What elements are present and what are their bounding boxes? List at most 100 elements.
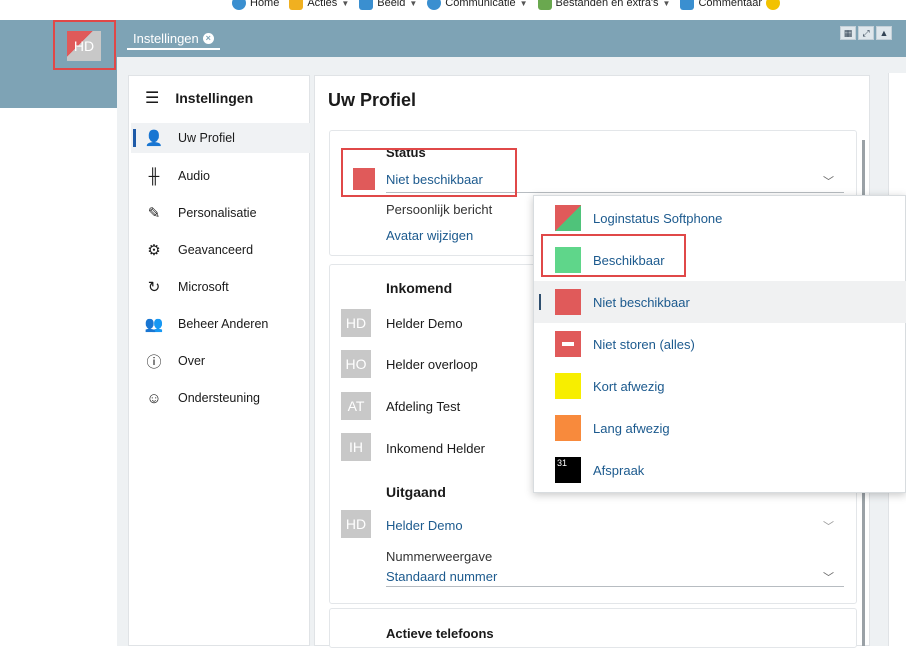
ribbon-beeld[interactable]: Beeld ▼ bbox=[359, 0, 417, 10]
chevron-down-icon[interactable]: ﹀ bbox=[823, 569, 834, 585]
tab-instellingen-label: Instellingen bbox=[133, 30, 199, 46]
brush-icon: ✎ bbox=[147, 205, 161, 222]
number-display-select[interactable]: Standaard nummer bbox=[386, 569, 497, 584]
chevron-down-icon: ▼ bbox=[519, 0, 528, 8]
chevron-up-icon[interactable]: ▲ bbox=[876, 26, 892, 40]
number-underline bbox=[386, 586, 844, 587]
status-option-label: Afspraak bbox=[593, 462, 645, 478]
number-display-label: Nummerweergave bbox=[386, 549, 493, 564]
change-avatar-link[interactable]: Avatar wijzigen bbox=[386, 228, 473, 243]
nav-item-microsoft[interactable]: ↻ Microsoft bbox=[131, 272, 310, 302]
avatar-initials: HD bbox=[345, 315, 367, 331]
nav-item-label: Audio bbox=[178, 169, 210, 183]
status-swatch bbox=[555, 289, 581, 315]
status-option-niet-beschikbaar[interactable]: Niet beschikbaar bbox=[534, 281, 906, 323]
ribbon-home[interactable]: Home bbox=[232, 0, 279, 10]
nav-item-personalisatie[interactable]: ✎ Personalisatie bbox=[131, 198, 310, 228]
nav-item-ondersteuning[interactable]: ☺ Ondersteuning bbox=[131, 383, 310, 413]
page-title: Uw Profiel bbox=[328, 90, 417, 110]
nav-title: Instellingen bbox=[175, 90, 254, 106]
tab-bar: Instellingen × ▦ ⤢ ▲ bbox=[117, 20, 906, 57]
nav-item-label: Uw Profiel bbox=[178, 131, 235, 145]
highlight-beschikbaar bbox=[541, 234, 686, 277]
avatar: HO bbox=[341, 350, 371, 378]
status-option-label: Lang afwezig bbox=[593, 420, 670, 436]
status-swatch bbox=[555, 415, 581, 441]
hamburger-icon[interactable]: ☰ bbox=[145, 88, 159, 108]
support-icon: ☺ bbox=[146, 389, 162, 407]
nav-item-label: Over bbox=[178, 354, 206, 368]
ribbon-beeld-label: Beeld bbox=[377, 0, 406, 9]
expand-icon[interactable]: ⤢ bbox=[858, 26, 874, 40]
grid-icon[interactable]: ▦ bbox=[840, 26, 856, 40]
lightning-icon bbox=[289, 0, 304, 10]
chevron-down-icon: ▼ bbox=[409, 0, 418, 8]
view-icon bbox=[359, 0, 374, 10]
status-option-kort-afwezig[interactable]: Kort afwezig bbox=[534, 365, 906, 407]
ribbon-communicatie-label: Communicatie bbox=[445, 0, 516, 9]
nav-item-label: Microsoft bbox=[178, 280, 229, 294]
smiley-icon bbox=[766, 0, 781, 10]
calendar-badge: 31 bbox=[557, 458, 568, 468]
status-option-lang-afwezig[interactable]: Lang afwezig bbox=[534, 407, 906, 449]
nav-item-label: Geavanceerd bbox=[178, 243, 254, 257]
chevron-down-icon: ▼ bbox=[662, 0, 671, 8]
calendar-icon: 31 bbox=[555, 457, 581, 483]
active-indicator bbox=[133, 129, 136, 147]
status-swatch bbox=[555, 205, 581, 231]
status-option-afspraak[interactable]: 31 Afspraak bbox=[534, 449, 906, 491]
chevron-down-icon[interactable]: ﹀ bbox=[823, 518, 834, 534]
ribbon-commentaar-label: Commentaar bbox=[698, 0, 763, 9]
chevron-down-icon: ▼ bbox=[341, 0, 350, 8]
nav-item-geavanceerd[interactable]: ⚙ Geavanceerd bbox=[131, 235, 310, 265]
close-icon[interactable]: × bbox=[202, 32, 214, 44]
ribbon-home-label: Home bbox=[250, 0, 280, 9]
status-option-label: Loginstatus Softphone bbox=[593, 210, 723, 226]
active-phones-title: Actieve telefoons bbox=[386, 626, 494, 641]
selected-indicator bbox=[539, 294, 541, 310]
nav-item-over[interactable]: ⓘ Over bbox=[131, 346, 310, 376]
incoming-line-name[interactable]: Helder Demo bbox=[386, 316, 463, 331]
status-option-label: Kort afwezig bbox=[593, 378, 665, 394]
nav-header: ☰ Instellingen bbox=[145, 88, 253, 108]
status-option-loginstatus[interactable]: Loginstatus Softphone bbox=[534, 197, 906, 239]
do-not-disturb-icon bbox=[555, 331, 581, 357]
avatar: IH bbox=[341, 433, 371, 461]
phone-icon bbox=[427, 0, 442, 10]
outgoing-title: Uitgaand bbox=[386, 484, 446, 500]
avatar-initials: HD bbox=[345, 516, 367, 532]
ribbon-acties-label: Acties bbox=[307, 0, 338, 9]
chevron-down-icon[interactable]: ﹀ bbox=[823, 173, 834, 189]
incoming-line-name[interactable]: Afdeling Test bbox=[386, 399, 460, 414]
incoming-line-name[interactable]: Helder overloop bbox=[386, 357, 478, 372]
nav-item-uw-profiel[interactable]: 👤 Uw Profiel bbox=[131, 123, 310, 153]
personal-message-field[interactable]: Persoonlijk bericht bbox=[386, 202, 492, 217]
tab-instellingen[interactable]: Instellingen × bbox=[127, 28, 220, 50]
waveform-icon: ╫ bbox=[148, 167, 160, 185]
avatar: HD bbox=[341, 510, 371, 538]
users-icon: 👥 bbox=[144, 316, 164, 333]
nav-item-label: Beheer Anderen bbox=[178, 317, 269, 331]
incoming-line-name[interactable]: Inkomend Helder bbox=[386, 441, 485, 456]
home-icon bbox=[232, 0, 246, 10]
tab-tools: ▦ ⤢ ▲ bbox=[840, 26, 892, 40]
user-gear-icon: 👤 bbox=[144, 130, 164, 147]
nav-item-beheer-anderen[interactable]: 👥 Beheer Anderen bbox=[131, 309, 310, 339]
ribbon-bestanden-label: Bestanden en extra's bbox=[555, 0, 659, 9]
ribbon-acties[interactable]: Acties ▼ bbox=[289, 0, 349, 10]
ribbon-commentaar[interactable]: Commentaar bbox=[680, 0, 781, 10]
highlight-status bbox=[341, 148, 517, 197]
status-option-label: Niet beschikbaar bbox=[593, 294, 690, 310]
ribbon-bar: Home Acties ▼ Beeld ▼ Communicatie ▼ Bes… bbox=[0, 0, 906, 20]
status-option-niet-storen[interactable]: Niet storen (alles) bbox=[534, 323, 906, 365]
ribbon-communicatie[interactable]: Communicatie ▼ bbox=[427, 0, 528, 10]
ribbon-bestanden[interactable]: Bestanden en extra's ▼ bbox=[537, 0, 671, 10]
status-option-label: Niet storen (alles) bbox=[593, 336, 695, 352]
incoming-title: Inkomend bbox=[386, 280, 453, 296]
outgoing-line-select[interactable]: Helder Demo bbox=[386, 518, 463, 533]
info-icon: ⓘ bbox=[146, 353, 162, 371]
status-swatch bbox=[555, 373, 581, 399]
nav-item-audio[interactable]: ╫ Audio bbox=[131, 161, 310, 191]
nav-item-label: Ondersteuning bbox=[178, 391, 261, 405]
avatar-initials: AT bbox=[347, 398, 365, 414]
